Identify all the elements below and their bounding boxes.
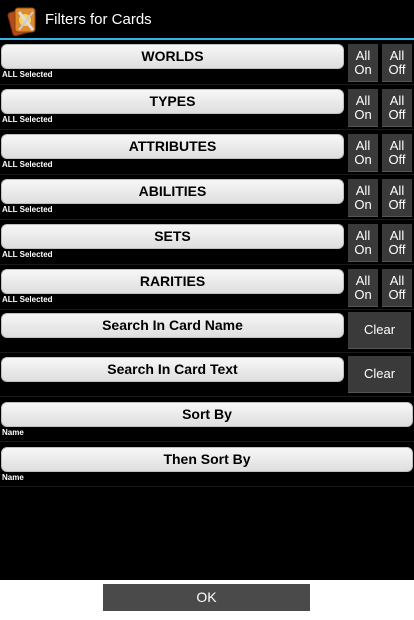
attributes-all-on-label: All On xyxy=(354,138,372,167)
page-title: Filters for Cards xyxy=(45,11,152,28)
attributes-button[interactable]: ATTRIBUTES xyxy=(1,134,344,159)
worlds-all-on-label: All On xyxy=(354,48,372,77)
clear-card-name-button[interactable]: Clear xyxy=(348,312,411,349)
rarities-all-on-button[interactable]: All On xyxy=(348,269,378,307)
sets-all-off-label: All Off xyxy=(388,228,406,257)
sort-by-value: Name xyxy=(2,428,24,437)
attributes-all-on-button[interactable]: All On xyxy=(348,134,378,172)
worlds-all-off-button[interactable]: All Off xyxy=(382,44,412,82)
divider xyxy=(0,129,414,130)
sets-all-on-label: All On xyxy=(354,228,372,257)
abilities-button[interactable]: ABILITIES xyxy=(1,179,344,204)
worlds-status: ALL Selected xyxy=(2,70,53,79)
divider xyxy=(0,396,414,397)
abilities-all-off-label: All Off xyxy=(388,183,406,212)
search-card-name-button[interactable]: Search In Card Name xyxy=(1,313,344,338)
sort-by-button[interactable]: Sort By xyxy=(1,402,413,427)
then-sort-by-value: Name xyxy=(2,473,24,482)
divider xyxy=(0,219,414,220)
rarities-all-on-label: All On xyxy=(354,273,372,302)
clear-card-text-button[interactable]: Clear xyxy=(348,356,411,393)
types-all-off-button[interactable]: All Off xyxy=(382,89,412,127)
abilities-all-on-label: All On xyxy=(354,183,372,212)
types-all-on-button[interactable]: All On xyxy=(348,89,378,127)
sets-all-on-button[interactable]: All On xyxy=(348,224,378,262)
attributes-all-off-button[interactable]: All Off xyxy=(382,134,412,172)
search-card-text-button[interactable]: Search In Card Text xyxy=(1,357,344,382)
types-status: ALL Selected xyxy=(2,115,53,124)
divider xyxy=(0,441,414,442)
worlds-all-on-button[interactable]: All On xyxy=(348,44,378,82)
attributes-status: ALL Selected xyxy=(2,160,53,169)
worlds-button[interactable]: WORLDS xyxy=(1,44,344,69)
types-all-on-label: All On xyxy=(354,93,372,122)
rarities-button[interactable]: RARITIES xyxy=(1,269,344,294)
title-bar: Filters for Cards xyxy=(0,0,414,40)
card-app-icon xyxy=(7,7,36,37)
divider xyxy=(0,486,414,487)
abilities-all-off-button[interactable]: All Off xyxy=(382,179,412,217)
divider xyxy=(0,309,414,310)
worlds-all-off-label: All Off xyxy=(388,48,406,77)
sets-button[interactable]: SETS xyxy=(1,224,344,249)
rarities-status: ALL Selected xyxy=(2,295,53,304)
ok-button[interactable]: OK xyxy=(103,584,310,611)
divider xyxy=(0,84,414,85)
then-sort-by-button[interactable]: Then Sort By xyxy=(1,447,413,472)
attributes-all-off-label: All Off xyxy=(388,138,406,167)
abilities-all-on-button[interactable]: All On xyxy=(348,179,378,217)
sets-status: ALL Selected xyxy=(2,250,53,259)
types-all-off-label: All Off xyxy=(388,93,406,122)
sets-all-off-button[interactable]: All Off xyxy=(382,224,412,262)
divider xyxy=(0,352,414,353)
rarities-all-off-button[interactable]: All Off xyxy=(382,269,412,307)
types-button[interactable]: TYPES xyxy=(1,89,344,114)
rarities-all-off-label: All Off xyxy=(388,273,406,302)
divider xyxy=(0,264,414,265)
footer-bar: OK xyxy=(0,580,414,620)
abilities-status: ALL Selected xyxy=(2,205,53,214)
divider xyxy=(0,174,414,175)
